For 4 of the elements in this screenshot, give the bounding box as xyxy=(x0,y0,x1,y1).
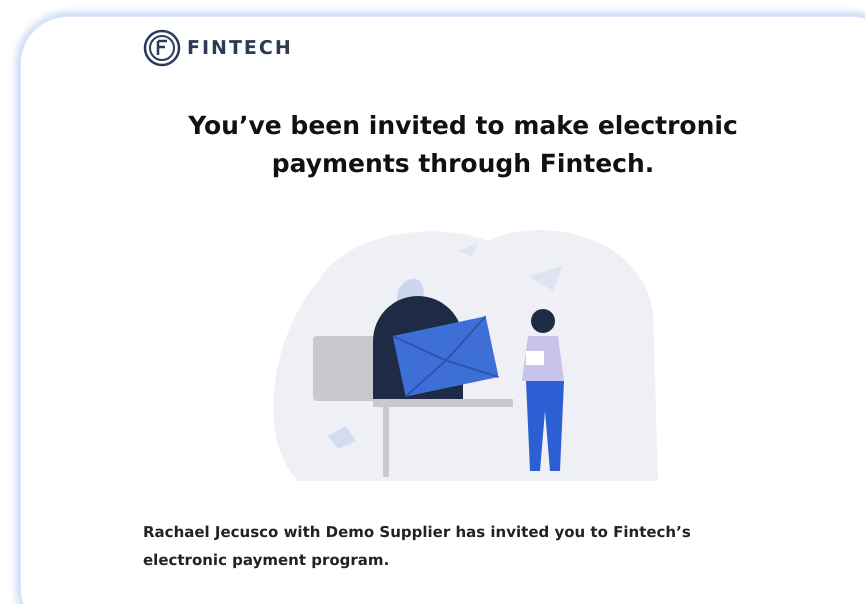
logo-icon xyxy=(143,29,181,67)
invitation-heading: You’ve been invited to make electronic payments through Fintech. xyxy=(187,110,739,180)
invitation-message: Rachael Jecusco with Demo Supplier has invited you to Fintech’s electronic payment program. xyxy=(143,522,692,571)
logo-text: FINTECH xyxy=(187,36,293,61)
